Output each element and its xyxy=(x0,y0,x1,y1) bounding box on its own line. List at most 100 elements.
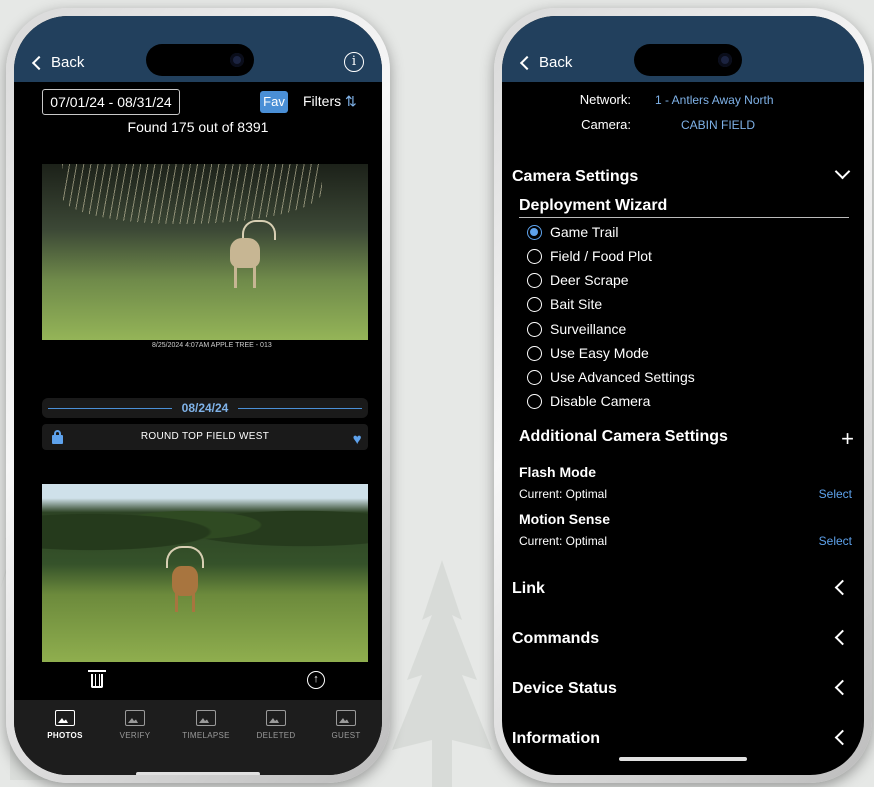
back-button[interactable]: Back xyxy=(31,54,85,71)
home-indicator[interactable] xyxy=(136,772,260,775)
right-phone: Back Network: 1 - Antlers Away North Cam… xyxy=(494,8,872,783)
flash-mode-current: Current: Optimal xyxy=(519,487,608,501)
option-bait-site[interactable]: Bait Site xyxy=(527,296,602,312)
trash-icon[interactable] xyxy=(88,670,106,688)
fav-button[interactable]: Fav xyxy=(260,91,288,113)
camera-key: Camera: xyxy=(581,117,631,132)
left-phone: Back i 07/01/24 - 08/31/24 Fav Filters ⇅… xyxy=(6,8,390,783)
tab-bar: PHOTOS VERIFY TIMELAPSE DELETED GUEST xyxy=(14,700,382,775)
option-label: Use Easy Mode xyxy=(550,345,649,361)
motion-sense-label: Motion Sense xyxy=(519,511,611,527)
front-camera-icon xyxy=(718,53,732,67)
option-label: Disable Camera xyxy=(550,393,651,409)
chevron-left-icon xyxy=(31,55,47,70)
dynamic-island xyxy=(146,44,254,76)
chevron-left-icon[interactable] xyxy=(834,729,851,746)
tab-label: VERIFY xyxy=(119,731,151,740)
photo-antlers xyxy=(242,220,276,240)
chevron-left-icon xyxy=(519,55,535,70)
option-label: Surveillance xyxy=(550,321,627,337)
network-value[interactable]: 1 - Antlers Away North xyxy=(655,93,774,107)
tab-label: DELETED xyxy=(256,731,296,740)
radio-icon xyxy=(527,272,542,288)
back-label: Back xyxy=(539,54,573,71)
camera-value[interactable]: CABIN FIELD xyxy=(681,118,755,132)
photo-deer-legs xyxy=(234,264,256,288)
filters-button[interactable]: Filters ⇅ xyxy=(303,93,357,110)
radio-icon xyxy=(527,296,542,312)
upload-icon[interactable]: ↑ xyxy=(307,671,325,689)
photos-screen: Back i 07/01/24 - 08/31/24 Fav Filters ⇅… xyxy=(14,16,382,775)
radio-icon xyxy=(527,345,542,361)
home-indicator[interactable] xyxy=(619,757,747,761)
tab-timelapse[interactable]: TIMELAPSE xyxy=(175,710,237,740)
guest-icon xyxy=(336,710,356,726)
section-information[interactable]: Information xyxy=(512,730,600,748)
option-label: Field / Food Plot xyxy=(550,248,652,264)
radio-icon xyxy=(527,321,542,337)
option-label: Deer Scrape xyxy=(550,272,629,288)
chevron-left-icon[interactable] xyxy=(834,629,851,646)
dynamic-island xyxy=(634,44,742,76)
tab-photos[interactable]: PHOTOS xyxy=(34,710,96,740)
section-link[interactable]: Link xyxy=(512,580,545,598)
camera-name: ROUND TOP FIELD WEST xyxy=(140,431,270,442)
tab-label: GUEST xyxy=(331,731,361,740)
radio-icon xyxy=(527,393,542,409)
camera-settings-header[interactable]: Camera Settings xyxy=(512,168,638,186)
option-disable-camera[interactable]: Disable Camera xyxy=(527,393,650,409)
flash-mode-label: Flash Mode xyxy=(519,464,597,480)
trail-photo-deer-day[interactable] xyxy=(42,484,368,662)
trail-photo-deer-night[interactable]: 8/25/2024 4:07AM APPLE TREE - 013 xyxy=(42,164,368,351)
photo-info-strip: 8/25/2024 4:07AM APPLE TREE - 013 xyxy=(42,340,368,351)
option-deer-scrape[interactable]: Deer Scrape xyxy=(527,272,629,288)
option-easy-mode[interactable]: Use Easy Mode xyxy=(527,345,649,361)
flash-mode-select[interactable]: Select xyxy=(819,487,852,501)
filters-label: Filters xyxy=(303,93,342,109)
verify-icon xyxy=(125,710,145,726)
tab-guest[interactable]: GUEST xyxy=(315,710,377,740)
divider-date: 08/24/24 xyxy=(181,401,229,415)
section-device-status[interactable]: Device Status xyxy=(512,680,617,698)
option-game-trail[interactable]: Game Trail xyxy=(527,224,618,240)
option-label: Use Advanced Settings xyxy=(550,369,695,385)
heart-icon[interactable]: ♥ xyxy=(353,427,362,453)
plus-icon[interactable]: + xyxy=(841,428,854,450)
radio-icon xyxy=(527,369,542,385)
option-advanced-settings[interactable]: Use Advanced Settings xyxy=(527,369,695,385)
deployment-wizard-title: Deployment Wizard xyxy=(519,197,849,218)
tab-label: TIMELAPSE xyxy=(182,731,230,740)
timelapse-icon xyxy=(196,710,216,726)
background-tree-center xyxy=(392,560,492,787)
radio-icon xyxy=(527,248,542,264)
photos-icon xyxy=(55,710,75,726)
network-key: Network: xyxy=(579,92,631,107)
camera-settings-screen: Back Network: 1 - Antlers Away North Cam… xyxy=(502,16,864,775)
option-field-food-plot[interactable]: Field / Food Plot xyxy=(527,248,652,264)
back-label: Back xyxy=(51,54,85,71)
date-divider: 08/24/24 xyxy=(42,398,368,418)
chevron-left-icon[interactable] xyxy=(834,679,851,696)
date-range-field[interactable]: 07/01/24 - 08/31/24 xyxy=(42,89,180,115)
tab-label: PHOTOS xyxy=(47,731,83,740)
motion-sense-select[interactable]: Select xyxy=(819,534,852,548)
chevron-down-icon[interactable] xyxy=(834,163,851,180)
option-label: Bait Site xyxy=(550,296,603,312)
photo-branches xyxy=(62,164,322,224)
motion-sense-current: Current: Optimal xyxy=(519,534,608,548)
additional-settings-title: Additional Camera Settings xyxy=(519,428,728,445)
chevron-left-icon[interactable] xyxy=(834,579,851,596)
tab-verify[interactable]: VERIFY xyxy=(104,710,166,740)
option-surveillance[interactable]: Surveillance xyxy=(527,321,626,337)
deleted-icon xyxy=(266,710,286,726)
back-button[interactable]: Back xyxy=(519,54,573,71)
photo-antlers xyxy=(166,546,204,568)
radio-selected-icon xyxy=(527,224,542,240)
sort-arrows-icon: ⇅ xyxy=(345,93,357,109)
tab-deleted[interactable]: DELETED xyxy=(245,710,307,740)
front-camera-icon xyxy=(230,53,244,67)
lock-icon[interactable] xyxy=(52,430,63,444)
results-count: Found 175 out of 8391 xyxy=(127,119,269,135)
section-commands[interactable]: Commands xyxy=(512,630,599,648)
info-icon[interactable]: i xyxy=(344,52,364,72)
